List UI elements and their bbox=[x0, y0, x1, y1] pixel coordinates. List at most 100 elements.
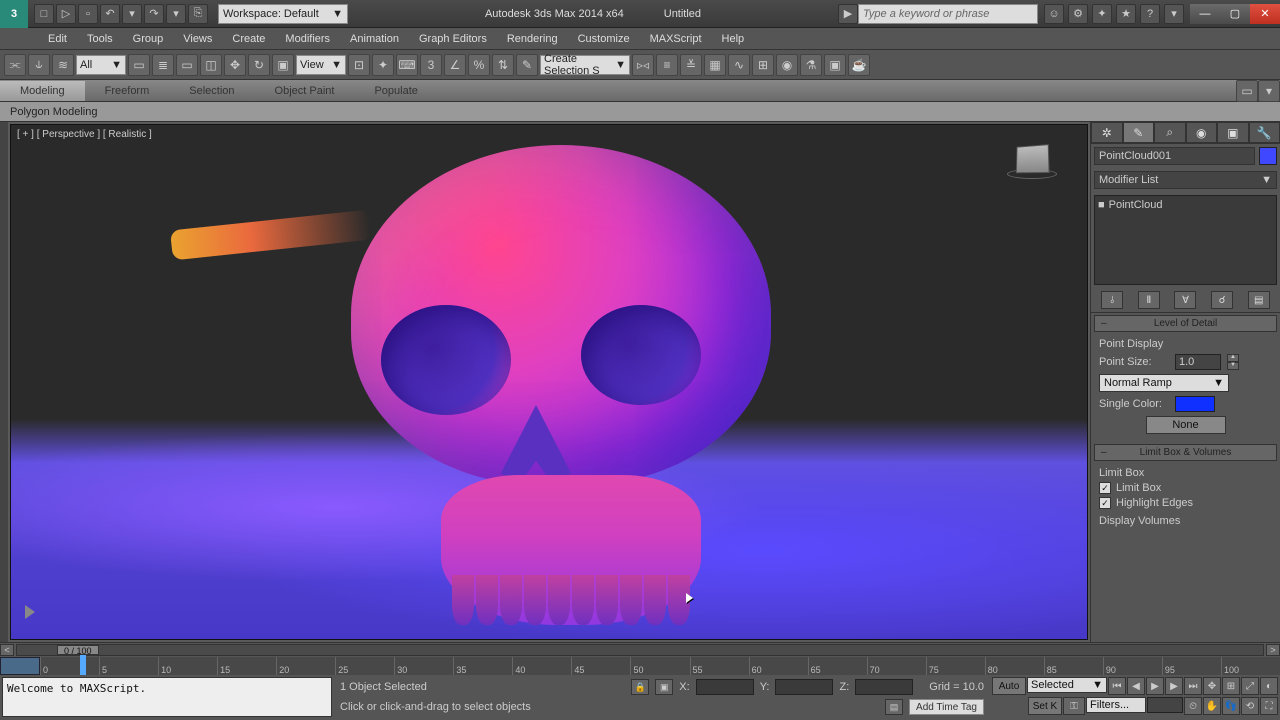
ribbon-dd-icon[interactable]: ▾ bbox=[1258, 80, 1280, 102]
menu-tools[interactable]: Tools bbox=[79, 30, 121, 48]
selection-lock-icon[interactable]: 🔒 bbox=[631, 679, 649, 695]
ribbon-panel-label[interactable]: Polygon Modeling bbox=[0, 102, 1280, 122]
schematic-view-icon[interactable]: ⊞ bbox=[752, 54, 774, 76]
spinner-up-icon[interactable]: ▲ bbox=[1227, 354, 1239, 362]
utilities-tab-icon[interactable]: 🔧 bbox=[1249, 122, 1280, 143]
window-crossing-icon[interactable]: ◫ bbox=[200, 54, 222, 76]
limit-box-checkbox[interactable]: ✓ bbox=[1099, 482, 1111, 494]
graphite-toggle-icon[interactable]: ▦ bbox=[704, 54, 726, 76]
manipulate-icon[interactable]: ✦ bbox=[372, 54, 394, 76]
ref-coord-dropdown[interactable]: View▼ bbox=[296, 55, 346, 75]
coord-y-field[interactable] bbox=[775, 679, 833, 695]
undo-icon[interactable]: ↶ bbox=[100, 4, 120, 24]
shading-mode-dropdown[interactable]: Normal Ramp▼ bbox=[1099, 374, 1229, 392]
time-slider-prev-icon[interactable]: < bbox=[0, 644, 14, 656]
help-dd-icon[interactable]: ▾ bbox=[1164, 4, 1184, 24]
menu-edit[interactable]: Edit bbox=[40, 30, 75, 48]
point-size-spinner[interactable]: 1.0 bbox=[1175, 354, 1221, 370]
stack-item-pointcloud[interactable]: ■ PointCloud bbox=[1098, 199, 1273, 211]
trackbar-keys-icon[interactable] bbox=[0, 657, 40, 675]
nav-walk-icon[interactable]: 👣 bbox=[1222, 697, 1240, 715]
nav-zoom-icon[interactable]: ✥ bbox=[1203, 677, 1221, 695]
redo-icon[interactable]: ↷ bbox=[144, 4, 164, 24]
ribbon-tab-selection[interactable]: Selection bbox=[169, 81, 254, 101]
render-production-icon[interactable]: ☕ bbox=[848, 54, 870, 76]
new-icon[interactable]: □ bbox=[34, 4, 54, 24]
maximize-button[interactable]: ▢ bbox=[1220, 4, 1250, 24]
highlight-edges-checkbox[interactable]: ✓ bbox=[1099, 497, 1111, 509]
exchange-icon[interactable]: ⚙ bbox=[1068, 4, 1088, 24]
modifier-list-dropdown[interactable]: Modifier List▼ bbox=[1094, 171, 1277, 189]
map-none-button[interactable]: None bbox=[1146, 416, 1226, 434]
pivot-center-icon[interactable]: ⊡ bbox=[348, 54, 370, 76]
search-input[interactable]: Type a keyword or phrase bbox=[858, 4, 1038, 24]
select-object-icon[interactable]: ▭ bbox=[128, 54, 150, 76]
bind-spacewarp-icon[interactable]: ≋ bbox=[52, 54, 74, 76]
rollout-level-of-detail[interactable]: Level of Detail bbox=[1094, 315, 1277, 332]
select-by-name-icon[interactable]: ≣ bbox=[152, 54, 174, 76]
time-slider[interactable]: 0 / 100 bbox=[16, 644, 1264, 656]
material-editor-icon[interactable]: ◉ bbox=[776, 54, 798, 76]
menu-views[interactable]: Views bbox=[175, 30, 220, 48]
project-icon[interactable]: ⎘ bbox=[188, 4, 208, 24]
make-unique-icon[interactable]: ∀ bbox=[1174, 291, 1196, 309]
next-frame-icon[interactable]: ▶ bbox=[1165, 677, 1183, 695]
menu-group[interactable]: Group bbox=[125, 30, 172, 48]
display-tab-icon[interactable]: ▣ bbox=[1217, 122, 1249, 143]
redo-dd-icon[interactable]: ▾ bbox=[166, 4, 186, 24]
menu-maxscript[interactable]: MAXScript bbox=[642, 30, 710, 48]
coord-z-field[interactable] bbox=[855, 679, 913, 695]
add-time-tag-button[interactable]: Add Time Tag bbox=[909, 699, 984, 715]
snap-toggle-icon[interactable]: 3 bbox=[420, 54, 442, 76]
undo-dd-icon[interactable]: ▾ bbox=[122, 4, 142, 24]
select-link-icon[interactable]: ⫘ bbox=[4, 54, 26, 76]
play-icon[interactable]: ▶ bbox=[1146, 677, 1164, 695]
maxscript-listener[interactable]: Welcome to MAXScript. bbox=[2, 677, 332, 717]
favorites-icon[interactable]: ★ bbox=[1116, 4, 1136, 24]
goto-end-icon[interactable]: ⏭ bbox=[1184, 677, 1202, 695]
angle-snap-icon[interactable]: ∠ bbox=[444, 54, 466, 76]
scale-icon[interactable]: ▣ bbox=[272, 54, 294, 76]
menu-customize[interactable]: Customize bbox=[570, 30, 638, 48]
communication-icon[interactable]: ✦ bbox=[1092, 4, 1112, 24]
key-filters-button[interactable]: Filters... bbox=[1086, 697, 1146, 713]
nav-zoom-all-icon[interactable]: ⊞ bbox=[1222, 677, 1240, 695]
stack-bulb-icon[interactable]: ■ bbox=[1098, 199, 1105, 211]
workspace-dropdown[interactable]: Workspace: Default▼ bbox=[218, 4, 348, 24]
render-setup-icon[interactable]: ⚗ bbox=[800, 54, 822, 76]
modify-tab-icon[interactable]: ✎ bbox=[1123, 122, 1155, 143]
help-icon[interactable]: ? bbox=[1140, 4, 1160, 24]
goto-start-icon[interactable]: ⏮ bbox=[1108, 677, 1126, 695]
viewcube[interactable] bbox=[1007, 145, 1057, 185]
rotate-icon[interactable]: ↻ bbox=[248, 54, 270, 76]
nav-maximize-icon[interactable]: ⛶ bbox=[1260, 697, 1278, 715]
named-selection-dropdown[interactable]: Create Selection S▼ bbox=[540, 55, 630, 75]
nav-pan-icon[interactable]: ✋ bbox=[1203, 697, 1221, 715]
named-sel-edit-icon[interactable]: ✎ bbox=[516, 54, 538, 76]
time-slider-next-icon[interactable]: > bbox=[1266, 644, 1280, 656]
single-color-swatch[interactable] bbox=[1175, 396, 1215, 412]
spinner-down-icon[interactable]: ▼ bbox=[1227, 362, 1239, 370]
move-icon[interactable]: ✥ bbox=[224, 54, 246, 76]
ribbon-tab-object-paint[interactable]: Object Paint bbox=[255, 81, 355, 101]
prev-frame-icon[interactable]: ◀ bbox=[1127, 677, 1145, 695]
auto-key-button[interactable]: Auto bbox=[992, 677, 1026, 695]
ribbon-minimize-icon[interactable]: ▭ bbox=[1236, 80, 1258, 102]
menu-create[interactable]: Create bbox=[224, 30, 273, 48]
ribbon-tab-freeform[interactable]: Freeform bbox=[85, 81, 170, 101]
keyboard-shortcut-icon[interactable]: ⌨ bbox=[396, 54, 418, 76]
viewport-label[interactable]: [ + ] [ Perspective ] [ Realistic ] bbox=[17, 129, 152, 140]
comm-center-icon[interactable]: ▤ bbox=[885, 699, 903, 715]
show-end-result-icon[interactable]: Ⅱ bbox=[1138, 291, 1160, 309]
animation-play-indicator-icon[interactable] bbox=[25, 605, 35, 619]
mirror-icon[interactable]: ▹◃ bbox=[632, 54, 654, 76]
close-button[interactable]: ✕ bbox=[1250, 4, 1280, 24]
rollout-limit-box[interactable]: Limit Box & Volumes bbox=[1094, 444, 1277, 461]
save-icon[interactable]: ▫ bbox=[78, 4, 98, 24]
viewport-perspective[interactable]: [ + ] [ Perspective ] [ Realistic ] bbox=[10, 124, 1088, 640]
object-name-field[interactable]: PointCloud001 bbox=[1094, 147, 1255, 165]
subscription-icon[interactable]: ☺ bbox=[1044, 4, 1064, 24]
unlink-icon[interactable]: ⫝ bbox=[28, 54, 50, 76]
align-icon[interactable]: ≡ bbox=[656, 54, 678, 76]
current-frame-field[interactable] bbox=[1147, 697, 1183, 713]
